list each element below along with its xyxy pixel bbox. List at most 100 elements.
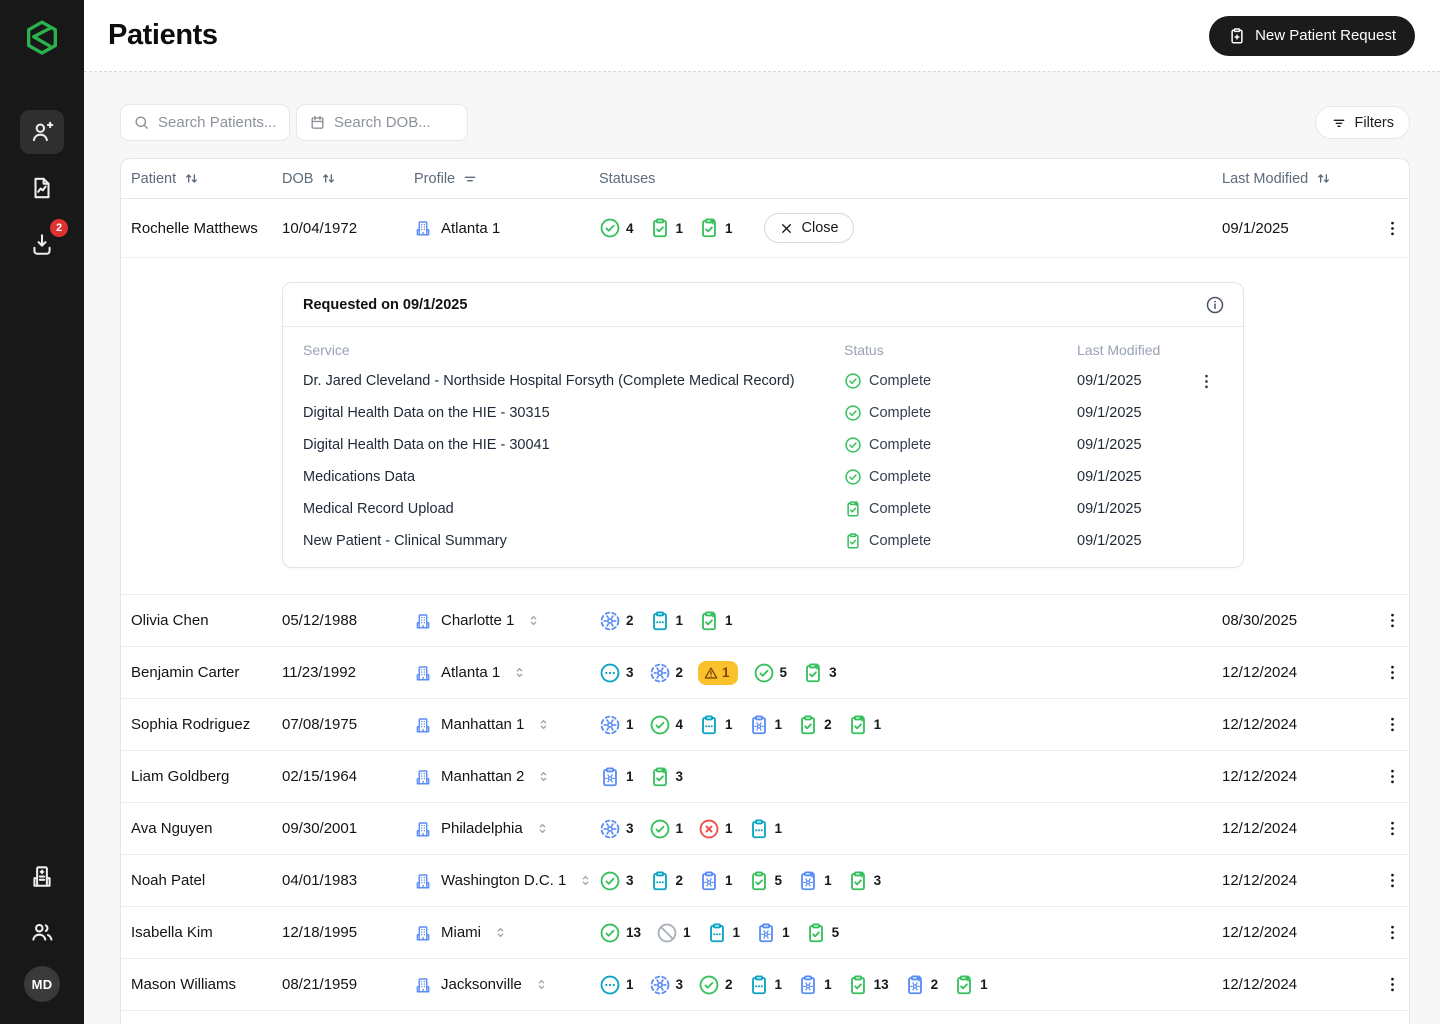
service-status: Complete [844, 404, 1077, 422]
service-row: Digital Health Data on the HIE - 30041Co… [303, 429, 1223, 461]
nav-reports-icon[interactable] [20, 166, 64, 210]
app-logo-icon[interactable] [20, 16, 64, 60]
status-clipboard-dots: 2 [649, 870, 684, 892]
slash-circle-icon [656, 922, 678, 944]
profile-selector-icon[interactable] [536, 717, 551, 732]
status-count: 1 [626, 769, 634, 784]
last-modified: 12/12/2024 [1222, 976, 1373, 993]
warning-triangle-icon [703, 665, 719, 681]
profile-label: Atlanta 1 [441, 220, 500, 237]
status-count: 3 [626, 873, 634, 888]
table-row[interactable]: Liam Goldberg02/15/1964Manhattan 21312/1… [121, 750, 1409, 802]
service-status-label: Complete [869, 437, 931, 453]
clipboard-gear-icon [748, 714, 770, 736]
row-menu-button[interactable] [1373, 819, 1410, 838]
gear-progress-icon [599, 818, 621, 840]
status-x-circle: 1 [698, 818, 733, 840]
status-gear-progress: 2 [599, 610, 634, 632]
filters-button[interactable]: Filters [1315, 106, 1410, 139]
table-row[interactable]: Mason Williams08/21/1959Jacksonville1321… [121, 958, 1409, 1010]
column-patient[interactable]: Patient [121, 170, 282, 187]
table-row-partial[interactable] [121, 1010, 1409, 1024]
clipboard-dots-icon [649, 610, 671, 632]
clipboard-gear-up-icon [904, 974, 926, 996]
statuses-cell: 131115 [599, 922, 1222, 944]
table-row[interactable]: Sophia Rodriguez07/08/1975Manhattan 1141… [121, 698, 1409, 750]
close-icon [779, 221, 794, 236]
clipboard-gear-icon [755, 922, 777, 944]
search-patients-input[interactable] [158, 114, 277, 131]
table-row[interactable]: Ava Nguyen09/30/2001Philadelphia311112/1… [121, 802, 1409, 854]
status-check-circle: 1 [649, 818, 684, 840]
status-clipboard-up: 3 [847, 870, 882, 892]
service-name: Digital Health Data on the HIE - 30315 [303, 405, 844, 421]
column-dob[interactable]: DOB [282, 170, 414, 187]
sort-icon[interactable] [1315, 170, 1332, 187]
table-row[interactable]: Rochelle Matthews10/04/1972Atlanta 1411C… [121, 199, 1409, 257]
last-modified: 12/12/2024 [1222, 872, 1373, 889]
patient-name: Benjamin Carter [121, 664, 282, 681]
status-check-circle: 13 [599, 922, 641, 944]
profile-selector-icon[interactable] [536, 769, 551, 784]
row-menu-button[interactable] [1373, 923, 1410, 942]
service-status-label: Complete [869, 405, 931, 421]
filter-icon[interactable] [462, 171, 478, 187]
row-menu-button[interactable] [1373, 975, 1410, 994]
service-name: New Patient - Clinical Summary [303, 533, 844, 549]
row-menu-button[interactable] [1373, 219, 1410, 238]
nav-downloads-icon[interactable]: 2 [20, 222, 64, 266]
row-menu-button[interactable] [1373, 767, 1410, 786]
status-clipboard-dots: 1 [698, 714, 733, 736]
profile-label: Manhattan 1 [441, 716, 524, 733]
table-row[interactable]: Isabella Kim12/18/1995Miami13111512/12/2… [121, 906, 1409, 958]
row-menu-button[interactable] [1373, 715, 1410, 734]
row-menu-button[interactable] [1373, 871, 1410, 890]
clipboard-gear-icon [599, 766, 621, 788]
status-check-circle: 5 [753, 662, 788, 684]
status-count: 2 [725, 977, 733, 992]
table-row[interactable]: Benjamin Carter11/23/1992Atlanta 1321531… [121, 646, 1409, 698]
sort-icon[interactable] [320, 170, 337, 187]
status-gear-progress: 2 [649, 662, 684, 684]
profile-selector-icon[interactable] [535, 821, 550, 836]
info-icon[interactable] [1205, 295, 1225, 315]
profile-selector-icon[interactable] [512, 665, 527, 680]
service-last-modified: 09/1/2025 [1077, 405, 1187, 421]
row-menu-button[interactable] [1373, 611, 1410, 630]
nav-team-icon[interactable] [20, 910, 64, 954]
nav-patients-add-icon[interactable] [20, 110, 64, 154]
service-menu-button[interactable] [1187, 372, 1225, 391]
nav-facility-icon[interactable] [20, 854, 64, 898]
user-avatar[interactable]: MD [24, 966, 60, 1002]
table-row[interactable]: Olivia Chen05/12/1988Charlotte 121108/30… [121, 594, 1409, 646]
request-panel: Requested on 09/1/2025ServiceStatusLast … [282, 282, 1244, 568]
column-profile[interactable]: Profile [414, 171, 599, 187]
search-dob-box[interactable] [296, 104, 468, 141]
status-count: 2 [931, 977, 939, 992]
service-name: Medications Data [303, 469, 844, 485]
status-count: 1 [725, 221, 733, 236]
status-check-circle: 3 [599, 870, 634, 892]
search-dob-input[interactable] [334, 114, 455, 131]
row-menu-button[interactable] [1373, 663, 1410, 682]
sort-icon[interactable] [183, 170, 200, 187]
new-patient-request-button[interactable]: New Patient Request [1209, 16, 1415, 56]
search-patients-box[interactable] [120, 104, 290, 141]
close-button[interactable]: Close [764, 213, 854, 243]
table-row[interactable]: Noah Patel04/01/1983Washington D.C. 1321… [121, 854, 1409, 906]
status-count: 1 [676, 821, 684, 836]
filter-lines-icon [1331, 115, 1347, 131]
clipboard-up-icon [844, 500, 862, 518]
status-clipboard-gear: 1 [599, 766, 634, 788]
profile-selector-icon[interactable] [526, 613, 541, 628]
profile-selector-icon[interactable] [578, 873, 593, 888]
status-clipboard-dots: 1 [706, 922, 741, 944]
column-last-modified[interactable]: Last Modified [1222, 170, 1373, 187]
status-clipboard-check: 1 [649, 217, 684, 239]
profile-selector-icon[interactable] [534, 977, 549, 992]
status-count: 4 [676, 717, 684, 732]
patient-dob: 07/08/1975 [282, 716, 414, 733]
status-count: 1 [676, 613, 684, 628]
status-circle-dots: 3 [599, 662, 634, 684]
profile-selector-icon[interactable] [493, 925, 508, 940]
